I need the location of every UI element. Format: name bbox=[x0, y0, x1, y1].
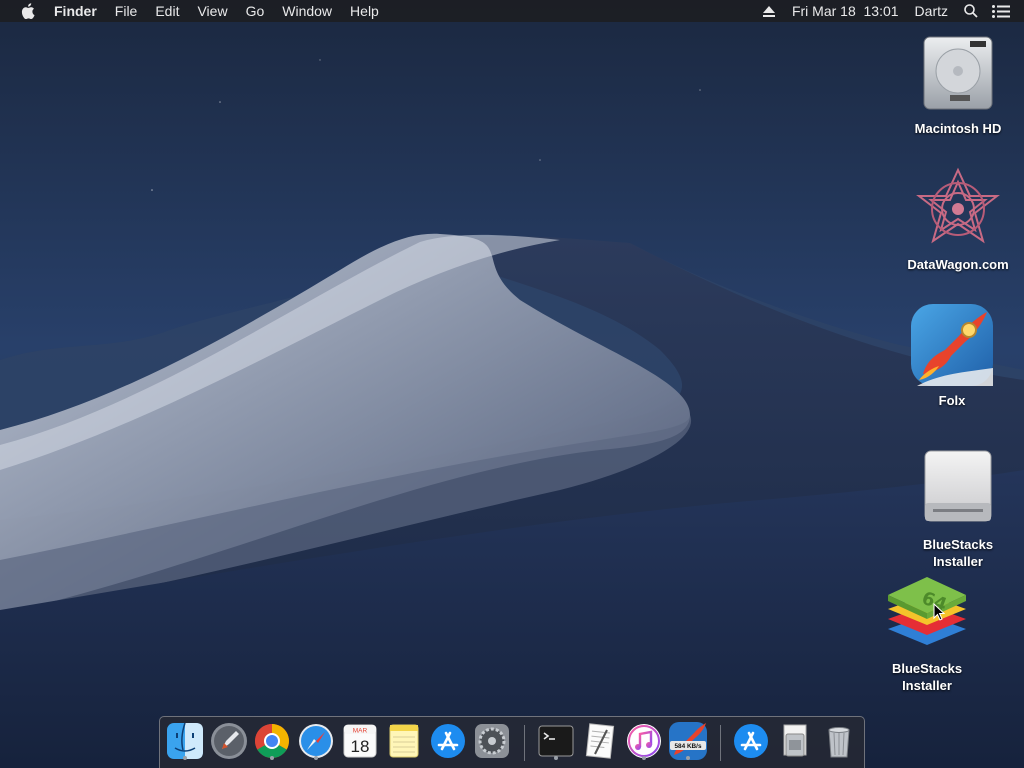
desktop-icon-label: DataWagon.com bbox=[907, 257, 1009, 272]
mouse-cursor-icon bbox=[933, 603, 945, 621]
menu-edit[interactable]: Edit bbox=[146, 0, 188, 22]
dock-calendar[interactable]: MAR 18 bbox=[340, 721, 380, 761]
dock-system-preferences[interactable] bbox=[472, 721, 512, 761]
menu-bar: Finder File Edit View Go Window Help Fri… bbox=[0, 0, 1024, 22]
dock-notes[interactable] bbox=[384, 721, 424, 761]
desktop-icon-label: BlueStacks Installer bbox=[891, 661, 963, 693]
system-preferences-icon bbox=[475, 724, 509, 758]
apple-icon[interactable] bbox=[17, 0, 39, 22]
eject-icon[interactable] bbox=[760, 0, 778, 22]
desktop-icon-label: Folx bbox=[938, 393, 966, 408]
menu-clock[interactable]: Fri Mar 18 13:01 bbox=[784, 0, 907, 22]
dock-trash[interactable] bbox=[819, 721, 859, 761]
dock-safari[interactable] bbox=[296, 721, 336, 761]
dock-itunes[interactable] bbox=[624, 721, 664, 761]
notes-icon bbox=[389, 724, 419, 758]
menu-file[interactable]: File bbox=[106, 0, 147, 22]
desktop-icon-macintosh-hd[interactable]: Macintosh HD bbox=[903, 28, 1013, 137]
desktop-icon-folx[interactable]: Folx bbox=[897, 300, 1007, 409]
document-stack-icon bbox=[783, 724, 807, 757]
folx-icon: 584 KB/s bbox=[669, 722, 707, 760]
dock-finder[interactable] bbox=[165, 721, 205, 761]
safari-icon bbox=[299, 724, 333, 758]
chrome-icon bbox=[255, 724, 289, 758]
running-indicator bbox=[270, 756, 274, 760]
desktop-icon-datawagon[interactable]: DataWagon.com bbox=[903, 164, 1013, 273]
menu-app-finder[interactable]: Finder bbox=[47, 0, 106, 22]
app-store-folder-icon bbox=[734, 724, 768, 758]
running-indicator bbox=[314, 756, 318, 760]
textedit-icon bbox=[585, 723, 615, 759]
desktop-icon-label: Macintosh HD bbox=[914, 121, 1002, 136]
running-indicator bbox=[642, 756, 646, 760]
external-disk-icon bbox=[913, 444, 1003, 534]
bluestacks-icon: 64 bbox=[882, 568, 972, 658]
dock-textedit[interactable] bbox=[580, 721, 620, 761]
dock-app-store[interactable] bbox=[428, 721, 468, 761]
dock-launchpad[interactable] bbox=[209, 721, 249, 761]
dock-app-store-downloads[interactable] bbox=[731, 721, 771, 761]
dock-documents[interactable] bbox=[775, 721, 815, 761]
dock-terminal[interactable] bbox=[536, 721, 576, 761]
desktop[interactable]: Macintosh HD DataWagon.com Folx BlueStac… bbox=[0, 0, 1024, 768]
launchpad-icon bbox=[211, 723, 247, 759]
dock-separator bbox=[524, 725, 525, 761]
desktop-icon-label: BlueStacks Installer bbox=[922, 537, 994, 569]
dock: MAR 18 584 KB/s bbox=[159, 716, 865, 768]
running-indicator bbox=[183, 756, 187, 760]
spotlight-search-icon[interactable] bbox=[962, 0, 980, 22]
calendar-icon: MAR 18 bbox=[343, 724, 377, 758]
desktop-icon-bluestacks-disk[interactable]: BlueStacks Installer bbox=[903, 444, 1013, 570]
itunes-icon bbox=[627, 724, 661, 758]
running-indicator bbox=[554, 756, 558, 760]
menu-go[interactable]: Go bbox=[237, 0, 274, 22]
wallpaper bbox=[0, 0, 1024, 768]
terminal-icon bbox=[538, 725, 574, 757]
menu-help[interactable]: Help bbox=[341, 0, 388, 22]
finder-icon bbox=[167, 722, 203, 759]
dock-chrome[interactable] bbox=[252, 721, 292, 761]
folx-rocket-icon bbox=[907, 300, 997, 390]
dock-folx[interactable]: 584 KB/s bbox=[668, 721, 708, 761]
app-store-icon bbox=[431, 724, 465, 758]
datawagon-icon bbox=[913, 164, 1003, 254]
dock-separator bbox=[720, 725, 721, 761]
menu-user[interactable]: Dartz bbox=[907, 0, 956, 22]
hard-drive-icon bbox=[913, 28, 1003, 118]
svg-text:MAR: MAR bbox=[353, 728, 368, 735]
desktop-icon-bluestacks-installer[interactable]: 64 BlueStacks Installer bbox=[872, 568, 982, 694]
download-speed-badge: 584 KB/s bbox=[675, 743, 702, 750]
menu-window[interactable]: Window bbox=[273, 0, 341, 22]
menu-view[interactable]: View bbox=[188, 0, 236, 22]
trash-icon bbox=[828, 727, 850, 758]
running-indicator bbox=[686, 756, 690, 760]
notification-center-icon[interactable] bbox=[992, 0, 1010, 22]
svg-text:18: 18 bbox=[351, 737, 370, 756]
